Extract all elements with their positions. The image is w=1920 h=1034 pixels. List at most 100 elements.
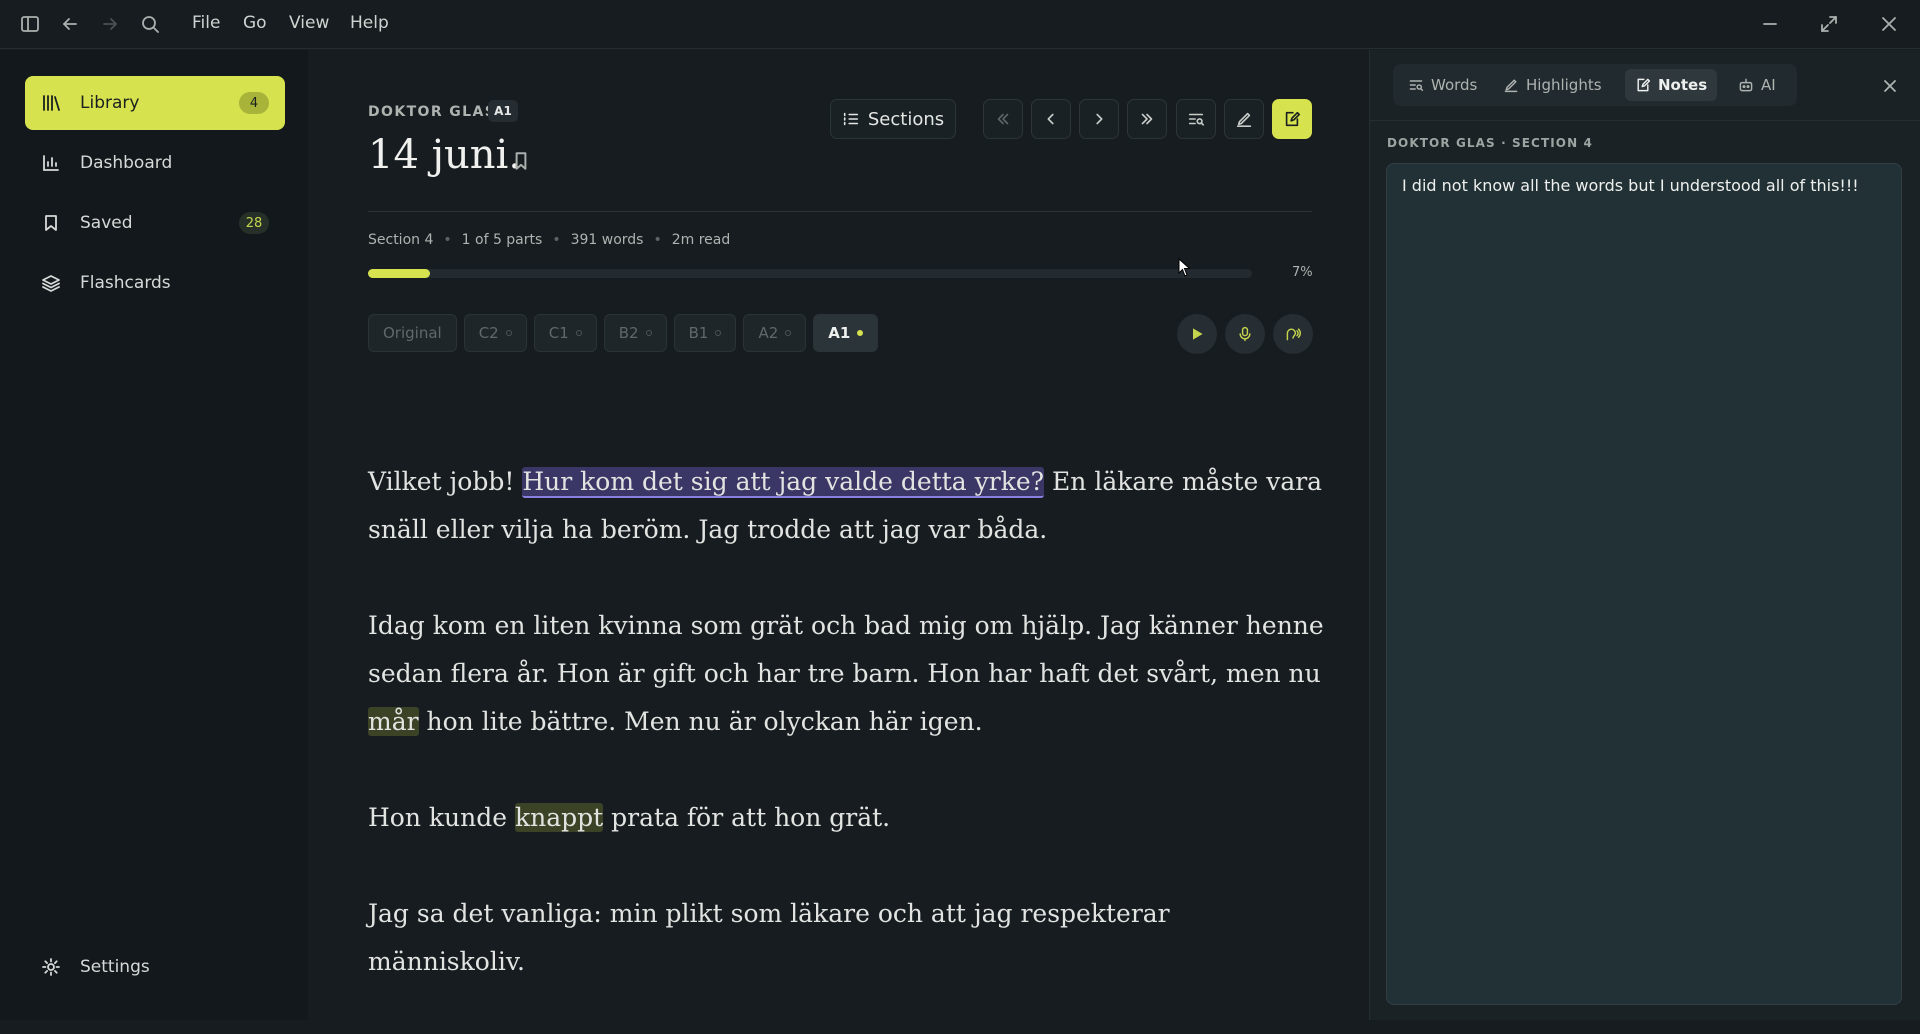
bar-chart-icon xyxy=(39,151,63,175)
note-edit-icon xyxy=(1283,110,1301,128)
saved-word[interactable]: knappt xyxy=(515,803,604,832)
reading-progress-bar xyxy=(368,269,1252,278)
speak-button[interactable] xyxy=(1273,314,1313,354)
level-label: A2 xyxy=(758,324,779,342)
saved-count-badge: 28 xyxy=(239,212,269,234)
word-search-icon xyxy=(1187,110,1205,128)
reading-text: Vilket jobb! Hur kom det sig att jag val… xyxy=(368,458,1328,1034)
sidebar-item-saved[interactable]: Saved 28 xyxy=(25,196,285,250)
microphone-icon xyxy=(1237,326,1253,342)
header-divider xyxy=(368,211,1312,212)
book-title: DOKTOR GLAS xyxy=(368,104,497,120)
sidebar-item-library[interactable]: Library 4 xyxy=(25,76,285,130)
highlighter-icon xyxy=(1235,110,1253,128)
side-panel: Words Highlights Notes AI DOKTOR GLAS · … xyxy=(1369,50,1920,1020)
highlight-button[interactable] xyxy=(1224,99,1264,139)
last-section-button[interactable] xyxy=(1127,99,1167,139)
tab-highlights[interactable]: Highlights xyxy=(1493,69,1612,101)
maximize-icon[interactable] xyxy=(1817,12,1841,36)
notes-button[interactable] xyxy=(1272,99,1312,139)
sidebar: Library 4 Dashboard Saved 28 Flashcards … xyxy=(0,50,308,1020)
minimize-icon[interactable] xyxy=(1758,12,1782,36)
sidebar-item-label: Saved xyxy=(80,213,133,233)
library-icon xyxy=(39,91,63,115)
level-label: C1 xyxy=(548,324,569,342)
level-button-a2[interactable]: A2 xyxy=(743,314,807,352)
word-count: 391 words xyxy=(570,232,644,248)
level-status-dot xyxy=(645,330,652,336)
reader-main: DOKTOR GLAS A1 14 juni. Sections Section… xyxy=(308,50,1368,1020)
sidebar-item-settings[interactable]: Settings xyxy=(25,940,285,994)
level-label: B1 xyxy=(688,324,709,342)
level-label: Original xyxy=(383,324,442,342)
chapter-title: 14 juni. xyxy=(368,132,522,178)
gear-icon xyxy=(39,955,63,979)
level-status-dot xyxy=(715,330,722,336)
saved-word[interactable]: mår xyxy=(368,707,419,736)
sidebar-item-label: Settings xyxy=(80,957,150,977)
level-button-a1[interactable]: A1 xyxy=(813,314,879,352)
close-window-icon[interactable] xyxy=(1877,12,1901,36)
sidebar-item-dashboard[interactable]: Dashboard xyxy=(25,136,285,190)
level-status-dot xyxy=(505,330,512,336)
word-lookup-button[interactable] xyxy=(1176,99,1216,139)
search-icon[interactable] xyxy=(138,12,162,36)
tab-label: AI xyxy=(1761,76,1776,94)
sidebar-toggle-icon[interactable] xyxy=(18,12,42,36)
play-button[interactable] xyxy=(1177,314,1217,354)
highlighter-icon xyxy=(1503,77,1519,93)
list-icon xyxy=(842,110,860,128)
tab-ai[interactable]: AI xyxy=(1728,69,1786,101)
word-search-icon xyxy=(1408,77,1424,93)
tab-label: Highlights xyxy=(1526,76,1602,94)
level-button-c2[interactable]: C2 xyxy=(463,314,527,352)
chevron-right-icon xyxy=(1090,110,1108,128)
parts-label: 1 of 5 parts xyxy=(461,232,543,248)
menu-help[interactable]: Help xyxy=(350,13,389,33)
next-section-button[interactable] xyxy=(1079,99,1119,139)
menu-view[interactable]: View xyxy=(289,13,329,33)
bookmark-icon xyxy=(39,211,63,235)
note-edit-icon xyxy=(1635,77,1651,93)
level-button-c1[interactable]: C1 xyxy=(533,314,597,352)
level-button-b1[interactable]: B1 xyxy=(673,314,737,352)
read-time: 2m read xyxy=(671,232,731,248)
level-selector: Original C2 C1 B2 B1 A2 A1 xyxy=(368,314,879,352)
first-section-button[interactable] xyxy=(983,99,1023,139)
sections-label: Sections xyxy=(867,108,945,130)
forward-arrow-icon[interactable] xyxy=(98,12,122,36)
level-label: C2 xyxy=(478,324,499,342)
level-status-dot xyxy=(785,330,792,336)
title-bar: File Go View Help xyxy=(0,0,1920,49)
back-arrow-icon[interactable] xyxy=(58,12,82,36)
tab-notes[interactable]: Notes xyxy=(1625,69,1718,101)
level-button-original[interactable]: Original xyxy=(368,314,457,352)
sections-button[interactable]: Sections xyxy=(830,99,956,139)
previous-section-button[interactable] xyxy=(1031,99,1071,139)
close-panel-icon[interactable] xyxy=(1880,76,1900,96)
bookmark-icon[interactable] xyxy=(510,150,532,172)
mouse-cursor-icon xyxy=(1178,258,1191,277)
chevrons-left-icon xyxy=(994,110,1012,128)
tab-words[interactable]: Words xyxy=(1398,69,1487,101)
note-textarea[interactable]: I did not know all the words but I under… xyxy=(1386,163,1902,1005)
menu-file[interactable]: File xyxy=(192,13,220,33)
library-count-badge: 4 xyxy=(239,92,269,114)
level-button-b2[interactable]: B2 xyxy=(603,314,667,352)
tab-label: Notes xyxy=(1658,76,1708,94)
section-meta: Section 4 • 1 of 5 parts • 391 words • 2… xyxy=(368,232,731,248)
section-label: Section 4 xyxy=(368,232,434,248)
paragraph: Hon kunde knappt prata för att hon grät. xyxy=(368,803,891,832)
panel-tabs: Words Highlights Notes AI xyxy=(1393,64,1797,106)
speech-icon xyxy=(1285,326,1301,342)
panel-divider xyxy=(1370,120,1920,121)
level-label: A1 xyxy=(828,324,851,342)
menu-go[interactable]: Go xyxy=(243,13,267,33)
highlighted-phrase[interactable]: Hur kom det sig att jag valde detta yrke… xyxy=(522,467,1045,498)
record-button[interactable] xyxy=(1225,314,1265,354)
paragraph: Idag kom en liten kvinna som grät och ba… xyxy=(368,611,1324,736)
reading-progress-fill xyxy=(368,269,430,278)
sidebar-item-label: Flashcards xyxy=(80,273,171,293)
sidebar-item-flashcards[interactable]: Flashcards xyxy=(25,256,285,310)
chevron-left-icon xyxy=(1042,110,1060,128)
